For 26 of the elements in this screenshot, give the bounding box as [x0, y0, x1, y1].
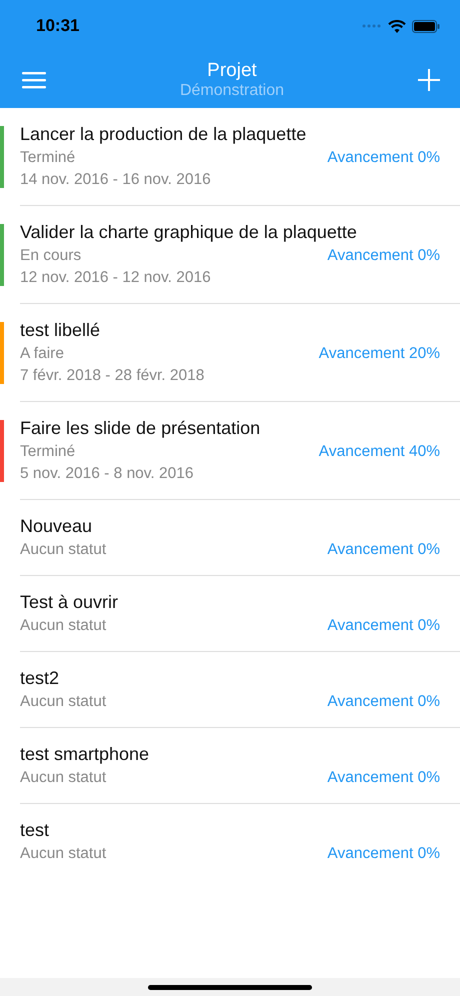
task-status: A faire: [20, 345, 64, 363]
task-title: Test à ouvrir: [20, 592, 120, 613]
task-title: Lancer la production de la plaquette: [20, 124, 308, 145]
task-status: Aucun statut: [20, 693, 106, 711]
task-dates: 5 nov. 2016 - 8 nov. 2016: [20, 465, 194, 483]
nav-subtitle: Démonstration: [180, 82, 284, 100]
task-status: Terminé: [20, 443, 76, 461]
task-status: Aucun statut: [20, 541, 106, 559]
task-title: test: [20, 820, 50, 841]
status-time: 10:31: [36, 16, 80, 36]
task-status: Aucun statut: [20, 617, 106, 635]
task-title: Valider la charte graphique de la plaquette: [20, 222, 358, 243]
task-progress: Avancement 0%: [327, 845, 440, 863]
task-title: Nouveau: [20, 516, 94, 537]
nav-title: Projet: [207, 60, 257, 82]
task-dates: 14 nov. 2016 - 16 nov. 2016: [20, 171, 212, 189]
task-status: En cours: [20, 247, 82, 265]
task-dates: 12 nov. 2016 - 12 nov. 2016: [20, 269, 212, 287]
task-title: Faire les slide de présentation: [20, 418, 262, 439]
task-status: Aucun statut: [20, 769, 106, 787]
task-title: test libellé: [20, 320, 102, 341]
task-status: Aucun statut: [20, 845, 106, 863]
task-status: Terminé: [20, 149, 76, 167]
task-title: test smartphone: [20, 744, 150, 765]
task-dates: 7 févr. 2018 - 28 févr. 2018: [20, 367, 206, 385]
task-title: test2: [20, 668, 60, 689]
